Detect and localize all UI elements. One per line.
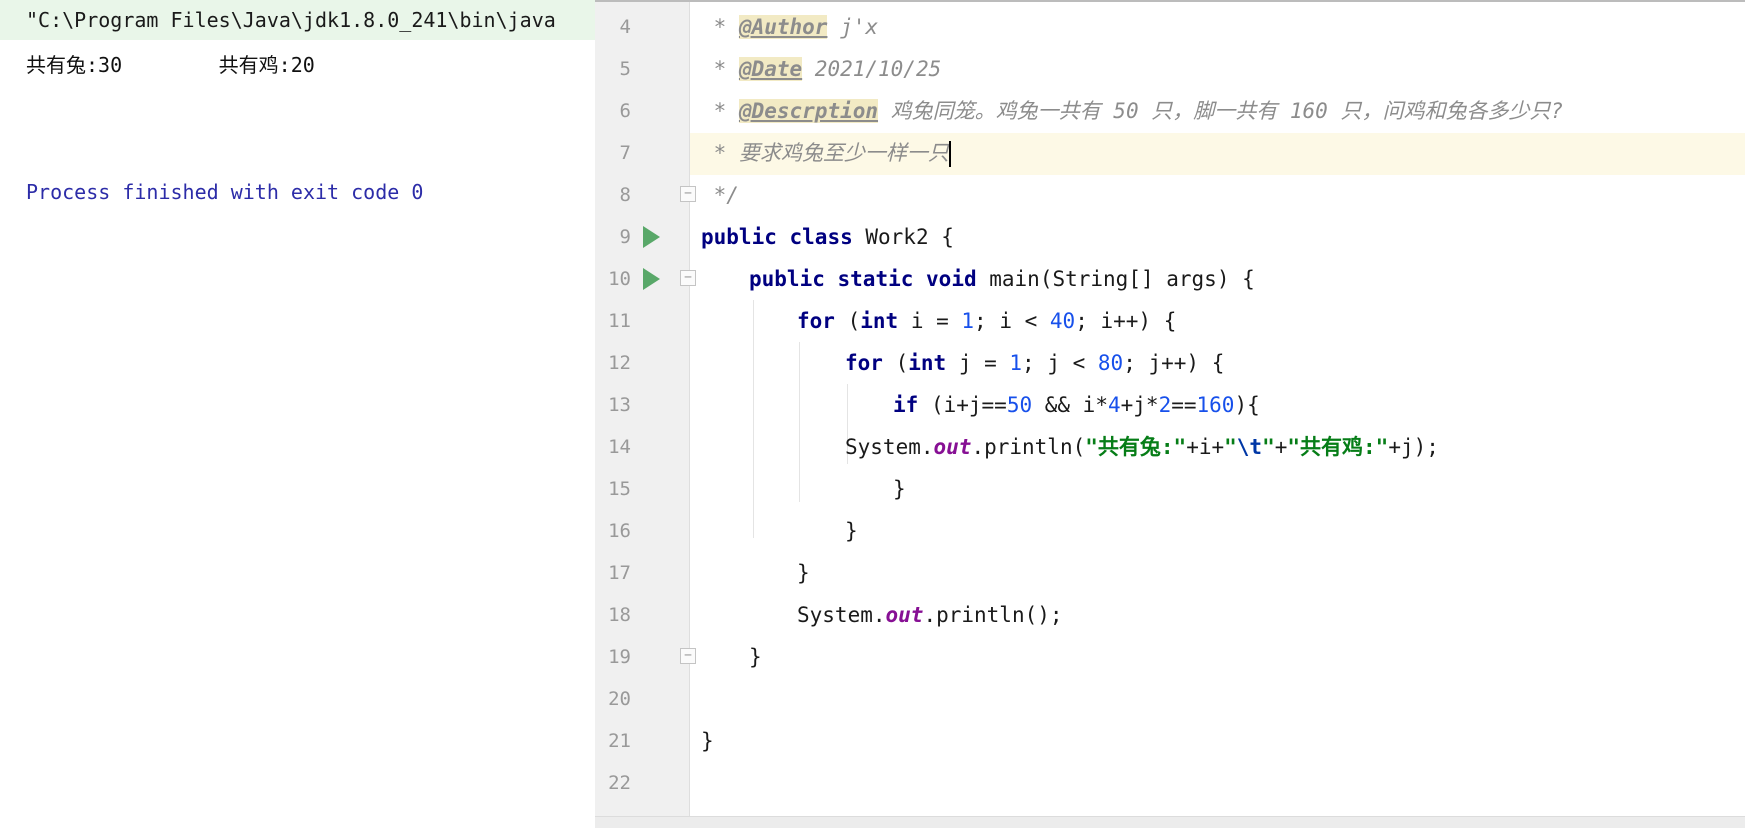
doc-tag-date: @Date bbox=[738, 57, 803, 81]
fold-collapse-icon[interactable]: − bbox=[680, 186, 696, 202]
code-line-13: if (i+j==50 && i*4+j*2==160){ bbox=[893, 393, 1260, 417]
run-class-icon[interactable] bbox=[643, 226, 660, 248]
line-number: 17 bbox=[608, 562, 631, 584]
console-output-line: 共有兔:30 共有鸡:20 bbox=[26, 53, 315, 77]
line-number: 20 bbox=[608, 688, 631, 710]
doc-tag-description: @Descrption bbox=[738, 99, 879, 123]
run-main-icon[interactable] bbox=[643, 268, 660, 290]
code-line-17: } bbox=[797, 561, 810, 585]
horizontal-scrollbar[interactable] bbox=[595, 816, 1745, 828]
code-line-4: * @Author j'x bbox=[701, 15, 879, 39]
editor-gutter: 4 5 6 7 8 9 10 11 12 13 14 15 16 17 18 1… bbox=[595, 2, 690, 828]
fold-expand-icon[interactable]: − bbox=[680, 648, 696, 664]
code-line-9: public class Work2 { bbox=[701, 225, 954, 249]
line-number: 18 bbox=[608, 604, 631, 626]
line-number: 16 bbox=[608, 520, 631, 542]
code-line-11: for (int i = 1; i < 40; i++) { bbox=[797, 309, 1177, 333]
line-number: 19 bbox=[608, 646, 631, 668]
line-number: 11 bbox=[608, 310, 631, 332]
code-line-18: System.out.println(); bbox=[797, 603, 1063, 627]
code-line-16: } bbox=[845, 519, 858, 543]
line-number: 4 bbox=[619, 16, 631, 38]
indent-guide bbox=[799, 342, 800, 502]
code-line-12: for (int j = 1; j < 80; j++) { bbox=[845, 351, 1225, 375]
line-number: 6 bbox=[619, 100, 631, 122]
code-line-21: } bbox=[701, 729, 714, 753]
console-command-line: "C:\Program Files\Java\jdk1.8.0_241\bin\… bbox=[0, 0, 595, 40]
doc-tag-author: @Author bbox=[738, 15, 828, 39]
code-line-6: * @Descrption 鸡兔同笼。鸡兔一共有 50 只，脚一共有 160 只… bbox=[701, 99, 1564, 123]
line-number: 14 bbox=[608, 436, 631, 458]
code-line-7: * 要求鸡兔至少一样一只 bbox=[701, 141, 951, 167]
line-number: 9 bbox=[619, 226, 631, 248]
line-number: 21 bbox=[608, 730, 631, 752]
indent-guide bbox=[753, 300, 754, 538]
line-number: 12 bbox=[608, 352, 631, 374]
line-number: 7 bbox=[619, 142, 631, 164]
line-number: 15 bbox=[608, 478, 631, 500]
line-number: 5 bbox=[619, 58, 631, 80]
fold-collapse-icon[interactable]: − bbox=[680, 270, 696, 286]
run-console: "C:\Program Files\Java\jdk1.8.0_241\bin\… bbox=[0, 0, 595, 828]
code-line-14: System.out.println("共有兔:"+i+"\t"+"共有鸡:"+… bbox=[845, 435, 1439, 459]
code-line-15: } bbox=[893, 477, 906, 501]
line-number: 22 bbox=[608, 772, 631, 794]
code-line-8: */ bbox=[701, 183, 739, 207]
code-line-10: public static void main(String[] args) { bbox=[749, 267, 1255, 291]
line-number: 10 bbox=[608, 268, 631, 290]
console-exit-message: Process finished with exit code 0 bbox=[26, 180, 424, 204]
line-number: 8 bbox=[619, 184, 631, 206]
line-number: 13 bbox=[608, 394, 631, 416]
text-cursor bbox=[948, 141, 951, 167]
code-line-19: } bbox=[749, 645, 762, 669]
code-line-5: * @Date 2021/10/25 bbox=[701, 57, 942, 81]
code-editor[interactable]: 4 5 6 7 8 9 10 11 12 13 14 15 16 17 18 1… bbox=[595, 0, 1745, 828]
